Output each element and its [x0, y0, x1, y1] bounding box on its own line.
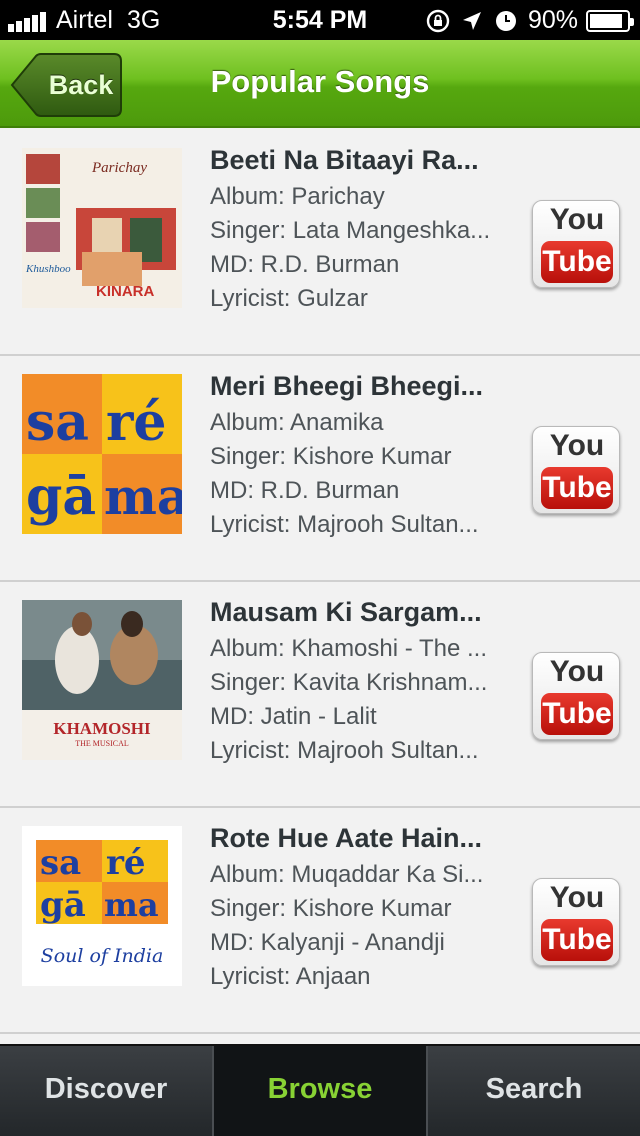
orientation-lock-icon: [426, 9, 450, 32]
saregama-re-text: ré: [106, 392, 166, 453]
youtube-you-text: You: [549, 429, 605, 462]
song-singer: Singer: Lata Mangeshka...: [210, 217, 491, 244]
tab-bar: Discover Browse Search: [0, 1044, 640, 1136]
song-lyricist: Lyricist: Gulzar: [210, 285, 368, 312]
song-album: Album: Khamoshi - The ...: [210, 635, 488, 662]
youtube-tube-text: Tube: [541, 467, 613, 509]
song-row[interactable]: Parichay Khushboo KINARA Beeti Na Bitaay…: [0, 130, 640, 356]
song-music-director: MD: R.D. Burman: [210, 251, 400, 278]
saregama-ga-text: gā: [40, 885, 86, 925]
album-art-saregama-soul-of-india: sa ré gā ma Soul of India: [22, 826, 182, 986]
saregama-sa-text: sa: [40, 843, 81, 883]
song-album: Album: Muqaddar Ka Si...: [210, 861, 484, 888]
tab-discover[interactable]: Discover: [0, 1046, 214, 1136]
youtube-button[interactable]: You Tube: [532, 652, 620, 740]
song-row[interactable]: sa ré gā ma Soul of India Rote Hue Aate …: [0, 808, 640, 1034]
album-art-khamoshi: KHAMOSHI THE MUSICAL: [22, 600, 182, 760]
youtube-button[interactable]: You Tube: [532, 200, 620, 288]
battery-percentage: 90%: [527, 6, 578, 34]
battery-icon: [586, 9, 634, 32]
saregama-sa-text: sa: [26, 392, 89, 453]
parichay-cover-text: Parichay: [91, 160, 147, 176]
album-art-parichay: Parichay Khushboo KINARA: [22, 148, 182, 308]
khamoshi-cover-subtitle: THE MUSICAL: [75, 739, 129, 748]
song-row[interactable]: KHAMOSHI THE MUSICAL Mausam Ki Sargam...…: [0, 582, 640, 808]
youtube-you-text: You: [549, 881, 605, 914]
soul-of-india-text: Soul of India: [41, 945, 164, 967]
tab-browse[interactable]: Browse: [214, 1046, 428, 1136]
song-title: Rote Hue Aate Hain...: [210, 823, 483, 853]
youtube-you-text: You: [549, 203, 605, 236]
song-singer: Singer: Kishore Kumar: [210, 443, 452, 470]
location-arrow-icon: [462, 11, 481, 30]
saregama-ga-text: gā: [26, 466, 96, 527]
song-singer: Singer: Kishore Kumar: [210, 895, 452, 922]
youtube-button[interactable]: You Tube: [532, 878, 620, 966]
song-music-director: MD: Kalyanji - Anandji: [210, 929, 445, 956]
song-album: Album: Anamika: [210, 409, 384, 436]
song-lyricist: Lyricist: Majrooh Sultan...: [210, 511, 479, 538]
saregama-re-text: ré: [106, 843, 146, 883]
song-list[interactable]: Parichay Khushboo KINARA Beeti Na Bitaay…: [0, 130, 640, 1044]
status-bar: Airtel 3G 5:54 PM 90%: [0, 0, 640, 40]
navigation-bar: Back Popular Songs: [0, 40, 640, 128]
youtube-button[interactable]: You Tube: [532, 426, 620, 514]
page-title: Popular Songs: [210, 64, 430, 99]
alarm-clock-icon: [495, 10, 516, 31]
song-row[interactable]: sa ré gā ma Meri Bheegi Bheegi... Album:…: [0, 356, 640, 582]
khamoshi-cover-title: KHAMOSHI: [53, 719, 151, 738]
tab-search[interactable]: Search: [428, 1046, 640, 1136]
song-album: Album: Parichay: [210, 183, 385, 210]
youtube-tube-text: Tube: [541, 693, 613, 735]
kinara-cover-text: KINARA: [96, 283, 154, 300]
song-singer: Singer: Kavita Krishnam...: [210, 669, 488, 696]
saregama-ma-text: ma: [104, 886, 159, 924]
khushboo-cover-text: Khushboo: [25, 263, 71, 275]
youtube-tube-text: Tube: [541, 241, 613, 283]
song-title: Beeti Na Bitaayi Ra...: [210, 145, 479, 175]
song-title: Meri Bheegi Bheegi...: [210, 371, 484, 401]
song-music-director: MD: R.D. Burman: [210, 477, 400, 504]
youtube-you-text: You: [549, 655, 605, 688]
song-title: Mausam Ki Sargam...: [210, 597, 482, 627]
battery-level-fill: [590, 13, 623, 28]
saregama-ma-text: ma: [104, 467, 182, 526]
song-music-director: MD: Jatin - Lalit: [210, 703, 377, 730]
song-lyricist: Lyricist: Anjaan: [210, 963, 371, 990]
album-art-saregama: sa ré gā ma: [22, 374, 182, 534]
song-lyricist: Lyricist: Majrooh Sultan...: [210, 737, 479, 764]
youtube-tube-text: Tube: [541, 919, 613, 961]
